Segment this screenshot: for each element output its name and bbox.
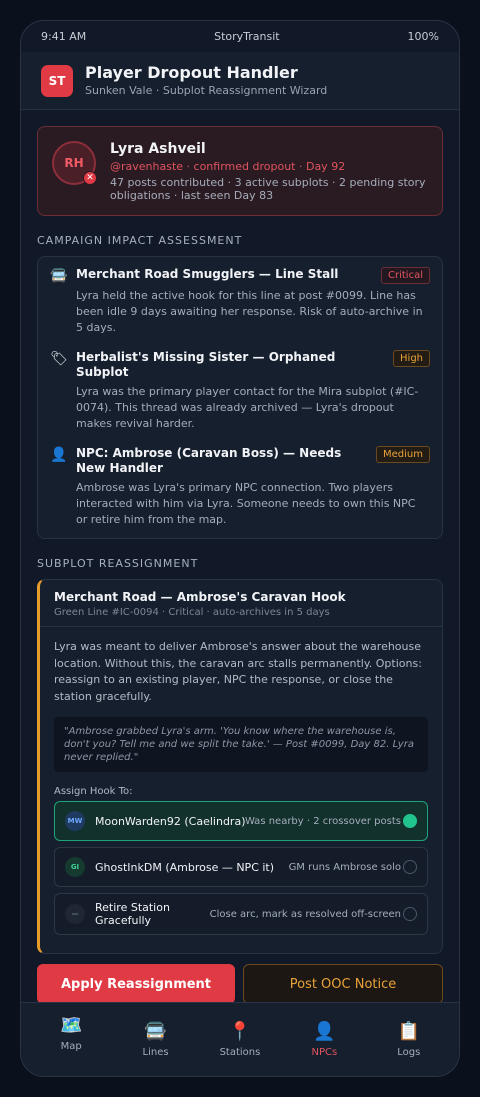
- player-handle: @ravenhaste · confirmed dropout · Day 92: [110, 160, 346, 173]
- impact-item[interactable]: 👤 NPC: Ambrose (Caravan Boss) — Needs Ne…: [50, 446, 430, 528]
- radio-unselected[interactable]: [403, 860, 417, 874]
- reassign-section-label: SUBPLOT REASSIGNMENT: [37, 557, 199, 570]
- tab-stations[interactable]: 📍 Stations: [205, 1003, 275, 1076]
- option-name: Retire Station Gracefully: [95, 901, 170, 927]
- app-logo: ST: [41, 64, 73, 97]
- impact-desc: Lyra held the active hook for this line …: [76, 289, 423, 334]
- tab-lines[interactable]: 🚍 Lines: [121, 1003, 191, 1076]
- reassign-title: Merchant Road — Ambrose's Caravan Hook: [54, 590, 346, 604]
- tab-map[interactable]: 🗺️ Map: [36, 1003, 106, 1076]
- option-avatar: GI: [65, 857, 85, 877]
- map-icon: 🗺️: [59, 1015, 83, 1036]
- tab-bar: 🗺️ Map 🚍 Lines 📍 Stations 👤 NPCs 📋 Logs: [21, 1002, 459, 1076]
- tab-label: Lines: [142, 1047, 169, 1058]
- phone-frame: 9:41 AM StoryTransit 100% ST Player Drop…: [20, 20, 460, 1077]
- impact-desc: Ambrose was Lyra's primary NPC connectio…: [76, 481, 416, 526]
- option-name: MoonWarden92 (Caelindra): [95, 814, 246, 828]
- tab-label: NPCs: [311, 1047, 338, 1058]
- page-title: Player Dropout Handler: [85, 63, 298, 82]
- option-note: GM runs Ambrose solo: [288, 861, 401, 873]
- assign-option-retire[interactable]: — Retire Station Gracefully Close arc, m…: [54, 893, 428, 935]
- person-icon: 👤: [313, 1021, 336, 1042]
- assign-option-moonwarden[interactable]: MW MoonWarden92 (Caelindra) Was nearby ·…: [54, 801, 428, 841]
- option-note: Was nearby · 2 crossover posts: [244, 815, 401, 827]
- pin-icon: 📍: [228, 1021, 252, 1042]
- option-avatar: MW: [65, 811, 85, 831]
- status-carrier: StoryTransit: [214, 30, 280, 43]
- impact-title: Merchant Road Smugglers — Line Stall: [76, 267, 339, 281]
- reassign-subtitle: Green Line #IC-0094 · Critical · auto-ar…: [54, 607, 330, 618]
- tab-npcs[interactable]: 👤 NPCs: [289, 1003, 359, 1076]
- radio-selected[interactable]: [403, 814, 417, 828]
- app-header: ST Player Dropout Handler Sunken Vale · …: [21, 52, 459, 110]
- reassign-card: Merchant Road — Ambrose's Caravan Hook G…: [37, 579, 443, 954]
- bus-icon: 🚍: [144, 1021, 167, 1042]
- action-row: Apply Reassignment Post OOC Notice: [37, 964, 443, 1004]
- player-card: RH ✕ Lyra Ashveil @ravenhaste · confirme…: [37, 126, 443, 216]
- player-avatar: RH ✕: [52, 141, 97, 185]
- impact-section-label: CAMPAIGN IMPACT ASSESSMENT: [37, 234, 243, 247]
- assign-option-ghostink[interactable]: GI GhostInkDM (Ambrose — NPC it) GM runs…: [54, 847, 428, 887]
- bus-icon: 🚍: [50, 268, 68, 284]
- severity-badge: Medium: [376, 446, 430, 463]
- impact-desc: Lyra was the primary player contact for …: [76, 385, 419, 430]
- person-icon: 👤: [50, 447, 68, 463]
- option-name: GhostInkDM (Ambrose — NPC it): [95, 860, 275, 874]
- tag-icon: 🏷: [50, 351, 68, 367]
- option-avatar: —: [65, 904, 85, 924]
- post-ooc-notice-button[interactable]: Post OOC Notice: [243, 964, 443, 1004]
- assign-label: Assign Hook To:: [54, 786, 133, 797]
- impact-item[interactable]: 🏷 Herbalist's Missing Sister — Orphaned …: [50, 350, 430, 432]
- impact-title: NPC: Ambrose (Caravan Boss) — Needs New …: [76, 446, 342, 475]
- radio-unselected[interactable]: [403, 907, 417, 921]
- player-name: Lyra Ashveil: [110, 141, 206, 157]
- page-subtitle: Sunken Vale · Subplot Reassignment Wizar…: [85, 84, 328, 97]
- impact-card: 🚍 Merchant Road Smugglers — Line Stall C…: [37, 256, 443, 539]
- player-initials: RH: [64, 156, 84, 170]
- status-bar: 9:41 AM StoryTransit 100%: [21, 21, 459, 52]
- status-battery: 100%: [407, 30, 439, 43]
- reassign-desc: Lyra was meant to deliver Ambrose's answ…: [54, 640, 422, 703]
- clipboard-icon: 📋: [397, 1021, 420, 1042]
- player-stats: 47 posts contributed · 3 active subplots…: [110, 176, 426, 202]
- tab-label: Logs: [397, 1047, 421, 1058]
- tab-logs[interactable]: 📋 Logs: [374, 1003, 444, 1076]
- severity-badge: High: [393, 350, 430, 367]
- main-content: RH ✕ Lyra Ashveil @ravenhaste · confirme…: [21, 110, 459, 1004]
- severity-badge: Critical: [381, 267, 430, 284]
- impact-item[interactable]: 🚍 Merchant Road Smugglers — Line Stall C…: [50, 267, 430, 336]
- tab-label: Stations: [219, 1047, 261, 1058]
- dropout-x-icon: ✕: [83, 171, 97, 185]
- impact-title: Herbalist's Missing Sister — Orphaned Su…: [76, 350, 336, 379]
- option-note: Close arc, mark as resolved off-screen: [209, 908, 401, 920]
- apply-reassignment-button[interactable]: Apply Reassignment: [37, 964, 235, 1004]
- quote-block: "Ambrose grabbed Lyra's arm. 'You know w…: [54, 717, 428, 772]
- status-time: 9:41 AM: [41, 30, 87, 43]
- tab-label: Map: [60, 1041, 82, 1052]
